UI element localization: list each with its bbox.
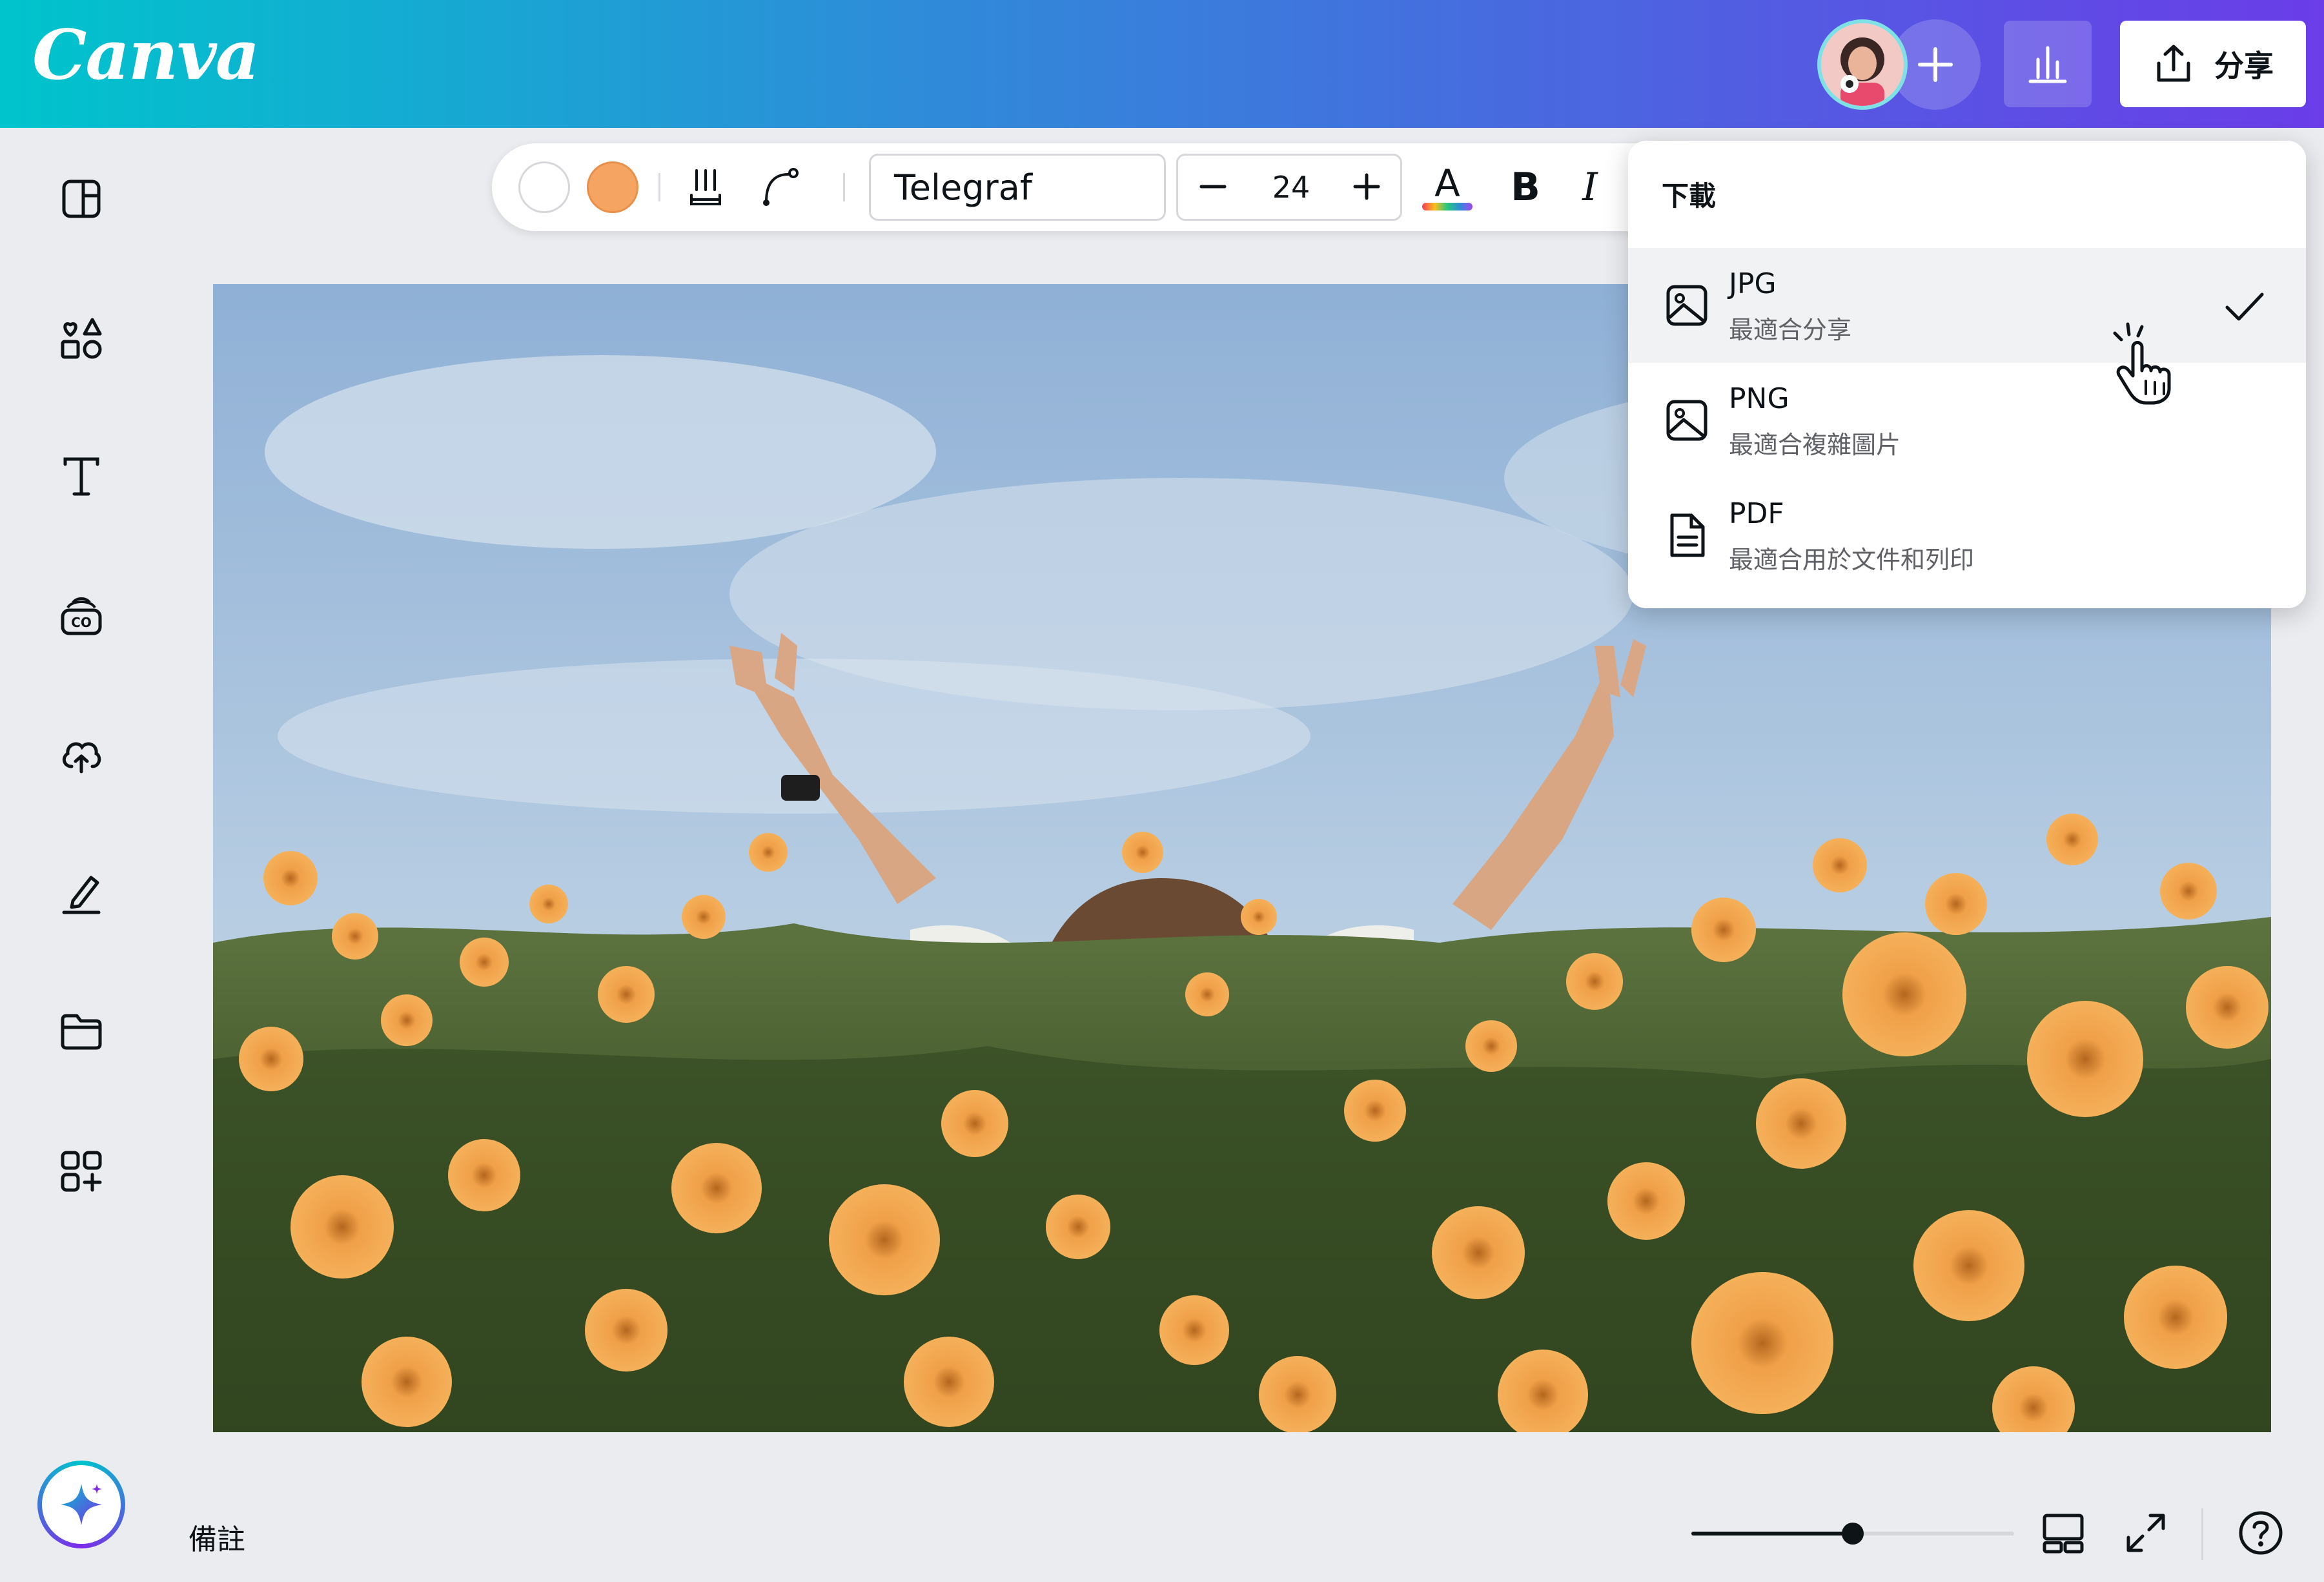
share-button[interactable]: 分享 <box>2120 21 2306 107</box>
download-menu-title: 下載 <box>1662 180 1717 212</box>
expand-icon <box>2126 1514 2165 1552</box>
sidebar-item-text[interactable] <box>56 451 107 502</box>
svg-text:CO: CO <box>71 615 92 630</box>
folder-icon <box>61 1014 102 1050</box>
toolbar-divider <box>658 173 660 201</box>
editor-toolbar: Telegraf 24 A B I <box>492 143 1718 231</box>
left-sidebar: CO <box>0 128 164 1582</box>
elements-icon <box>61 318 102 359</box>
image-icon <box>1666 400 1707 441</box>
font-size-value[interactable]: 24 <box>1249 156 1333 219</box>
spacing-button[interactable] <box>677 143 735 231</box>
plus-icon <box>1918 47 1953 82</box>
sidebar-item-draw[interactable] <box>56 868 107 919</box>
document-icon <box>1670 513 1705 557</box>
brand-icon: CO <box>61 597 102 635</box>
spacing-icon <box>690 169 721 205</box>
layout-icon <box>62 180 101 218</box>
download-option-png[interactable]: PNG 最適合複雜圖片 <box>1628 363 2306 478</box>
download-option-pdf[interactable]: PDF 最適合用於文件和列印 <box>1628 478 2306 593</box>
color-swatch-white[interactable] <box>515 143 573 231</box>
text-color-letter: A <box>1434 161 1460 205</box>
download-option-description: 最適合分享 <box>1729 316 1852 344</box>
hand-pointer-icon <box>2113 322 2171 405</box>
magic-assistant-button[interactable] <box>37 1461 125 1548</box>
font-family-select[interactable]: Telegraf <box>869 154 1166 221</box>
zoom-slider-fill <box>1691 1532 1853 1536</box>
bar-chart-icon <box>2028 46 2067 83</box>
decrease-size-button[interactable] <box>1187 161 1239 212</box>
color-swatch-orange[interactable] <box>584 143 642 231</box>
cloud-upload-icon <box>62 742 101 774</box>
zoom-slider-handle[interactable] <box>1842 1523 1864 1545</box>
italic-button[interactable]: I <box>1561 143 1619 231</box>
avatar-image <box>1821 23 1904 106</box>
download-menu: 下載 JPG 最適合分享 PNG 最適合複雜圖片 PDF 最適合用於文件和列印 <box>1628 141 2306 608</box>
download-option-jpg[interactable]: JPG 最適合分享 <box>1628 248 2306 363</box>
top-bar: Canva 分享 <box>0 0 2324 128</box>
sidebar-item-elements[interactable] <box>56 313 107 364</box>
increase-size-button[interactable] <box>1341 161 1392 212</box>
minus-icon <box>1199 185 1227 189</box>
sidebar-item-uploads[interactable] <box>56 728 107 780</box>
swatch-orange <box>587 161 638 213</box>
page-view-button[interactable] <box>2037 1507 2089 1559</box>
download-option-label: PNG <box>1729 382 1789 415</box>
font-size-stepper: 24 <box>1176 154 1402 221</box>
sidebar-item-brand[interactable]: CO <box>56 590 107 642</box>
download-option-description: 最適合複雜圖片 <box>1729 431 1901 459</box>
sidebar-item-projects[interactable] <box>56 1006 107 1058</box>
text-icon <box>63 457 99 496</box>
text-color-button[interactable]: A <box>1415 143 1480 231</box>
fullscreen-button[interactable] <box>2120 1507 2172 1559</box>
image-icon <box>1666 285 1707 326</box>
help-icon <box>2239 1511 2283 1555</box>
text-color-rainbow-bar <box>1422 203 1473 211</box>
help-button[interactable] <box>2235 1507 2287 1559</box>
download-option-description: 最適合用於文件和列印 <box>1729 546 1975 574</box>
zoom-slider[interactable] <box>1691 1523 2014 1545</box>
curve-icon <box>763 168 799 206</box>
avatar[interactable] <box>1817 19 1908 110</box>
canva-logo[interactable]: Canva <box>32 14 260 95</box>
draw-icon <box>62 876 101 914</box>
toolbar-divider <box>843 173 845 201</box>
sidebar-item-apps[interactable] <box>56 1145 107 1197</box>
sparkle-icon <box>61 1484 102 1525</box>
sidebar-item-layout[interactable] <box>56 173 107 225</box>
grid-view-icon <box>2043 1514 2084 1554</box>
swatch-white <box>518 161 570 213</box>
curve-text-button[interactable] <box>750 143 808 231</box>
share-button-label: 分享 <box>2214 48 2274 83</box>
check-icon <box>2225 293 2264 321</box>
insights-button[interactable] <box>2004 21 2092 107</box>
apps-icon <box>61 1151 102 1192</box>
upload-icon <box>2157 45 2190 82</box>
download-option-label: JPG <box>1729 267 1777 300</box>
plus-icon <box>1353 173 1380 200</box>
font-family-value: Telegraf <box>894 167 1032 208</box>
download-option-label: PDF <box>1729 497 1784 530</box>
bold-button[interactable]: B <box>1496 143 1554 231</box>
bottom-divider <box>2201 1508 2203 1560</box>
notes-button[interactable]: 備註 <box>189 1516 245 1557</box>
